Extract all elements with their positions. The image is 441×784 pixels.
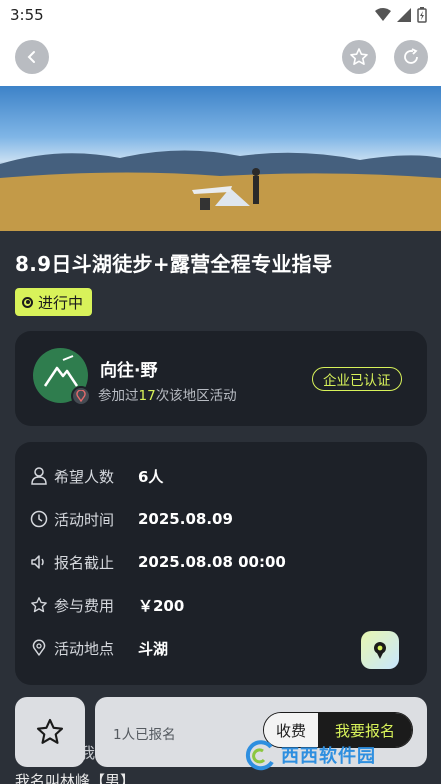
detail-value: 2025.08.08 00:00 (138, 553, 286, 571)
detail-value: 斗湖 (138, 639, 169, 658)
activity-details-card: 希望人数 6人 活动时间 2025.08.09 报名截止 2025.08.08 … (15, 442, 427, 685)
location-pin-icon (30, 639, 48, 657)
detail-label: 希望人数 (54, 467, 115, 486)
wifi-icon (375, 8, 391, 21)
favorite-button[interactable] (342, 40, 376, 74)
detail-row-deadline: 报名截止 2025.08.08 00:00 (30, 551, 286, 573)
status-bar: 3:55 (0, 0, 441, 30)
status-badge: 进行中 (15, 288, 93, 316)
status-icons (375, 7, 427, 23)
watermark-logo: 西西软件园 (243, 735, 418, 775)
status-time: 3:55 (10, 6, 44, 24)
chevron-left-icon (27, 51, 35, 63)
detail-row-fee: 参与费用 ￥200 (30, 594, 184, 616)
star-icon (350, 48, 368, 65)
back-button[interactable] (15, 40, 49, 74)
detail-label: 报名截止 (54, 553, 115, 572)
organizer-name: 向往·野 (100, 361, 158, 381)
organizer-history: 参加过17次该地区活动 (98, 384, 237, 404)
detail-row-time: 活动时间 2025.08.09 (30, 508, 233, 530)
bottom-favorite-button[interactable] (15, 697, 85, 767)
verified-badge: 企业已认证 (312, 367, 402, 391)
location-badge-icon (71, 386, 91, 406)
watermark-swirl-icon (245, 740, 274, 771)
description-text-peek: 我名叫林峰【男】 (15, 772, 136, 784)
clock-icon (30, 510, 48, 528)
detail-label: 参与费用 (54, 596, 115, 615)
detail-value: ￥200 (138, 596, 185, 615)
detail-value: 6人 (138, 467, 164, 486)
detail-label: 活动时间 (54, 510, 115, 529)
organizer-history-prefix: 参加过 (98, 388, 139, 404)
organizer-history-suffix: 次该地区活动 (155, 388, 237, 404)
detail-label: 活动地点 (54, 639, 115, 658)
share-icon (404, 48, 418, 64)
signal-icon (397, 8, 411, 22)
organizer-card[interactable]: 向往·野 参加过17次该地区活动 企业已认证 (15, 331, 427, 426)
header (0, 30, 441, 86)
star-outline-icon (30, 596, 48, 614)
detail-row-people: 希望人数 6人 (30, 465, 163, 487)
watermark-text: 西西软件园 (281, 746, 376, 767)
speaker-icon (30, 553, 48, 571)
activity-title: 8.9日斗湖徒步+露营全程专业指导 (15, 252, 333, 276)
enrolled-count: 1人已报名 (113, 727, 176, 743)
organizer-avatar[interactable] (33, 348, 91, 406)
hero-image (0, 86, 441, 231)
battery-icon (417, 7, 427, 23)
map-pin-icon (374, 642, 386, 659)
map-navigation-button[interactable] (361, 631, 399, 669)
detail-row-location: 活动地点 斗湖 (30, 637, 168, 659)
status-dot-icon (22, 296, 33, 308)
star-icon (36, 718, 64, 744)
share-button[interactable] (394, 40, 428, 74)
hero-landscape (0, 150, 441, 231)
detail-value: 2025.08.09 (138, 510, 233, 528)
person-icon (30, 467, 48, 485)
organizer-history-count: 17 (138, 388, 156, 404)
status-badge-label: 进行中 (38, 293, 84, 312)
